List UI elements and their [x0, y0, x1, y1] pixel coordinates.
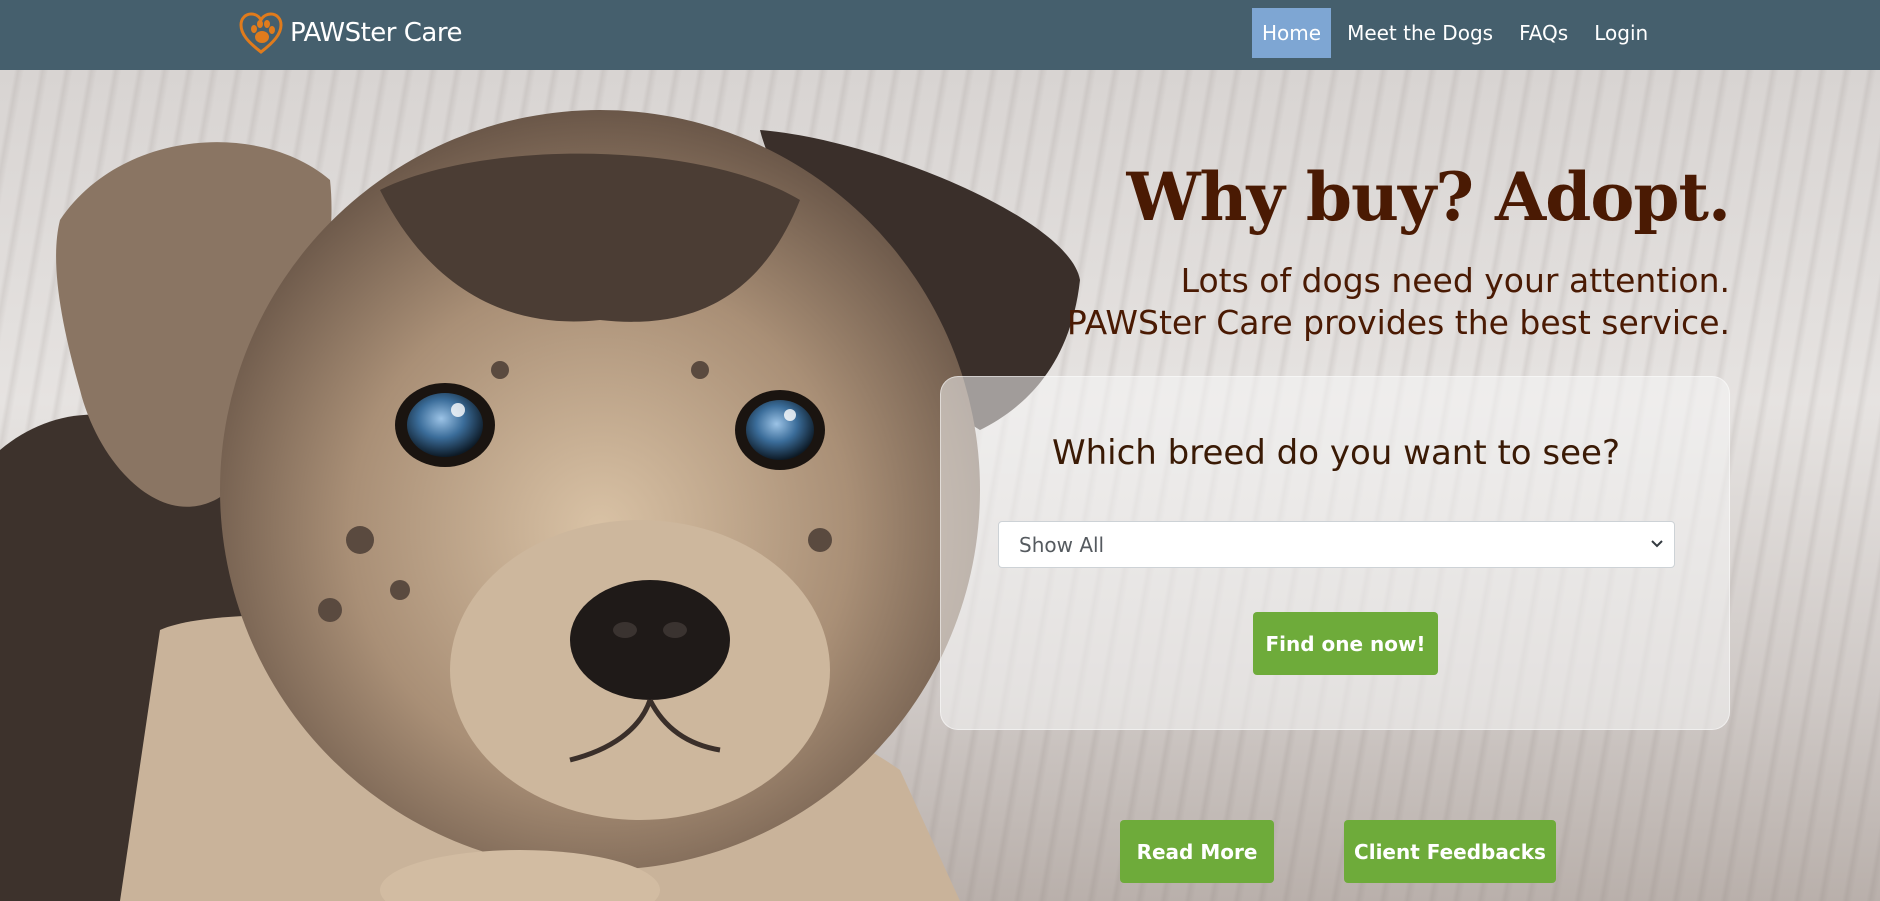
chevron-down-icon [1651, 540, 1663, 548]
tagline-line-2: PAWSter Care provides the best service. [1066, 303, 1730, 342]
heart-paw-icon [239, 12, 283, 54]
nav-link-faqs[interactable]: FAQs [1509, 8, 1578, 58]
navbar: PAWSter Care Home Meet the Dogs FAQs Log… [0, 0, 1880, 70]
breed-select[interactable]: Show All [998, 521, 1675, 568]
brand[interactable]: PAWSter Care [238, 10, 462, 56]
hero-headline: Why buy? Adopt. [1126, 158, 1731, 236]
breed-select-value: Show All [1019, 532, 1105, 557]
hero-tagline: Lots of dogs need your attention. PAWSte… [1067, 260, 1730, 344]
nav-link-meet-the-dogs[interactable]: Meet the Dogs [1337, 8, 1503, 58]
nav-link-home[interactable]: Home [1252, 8, 1332, 58]
find-one-now-button[interactable]: Find one now! [1253, 612, 1438, 675]
nav-links: Home Meet the Dogs FAQs Login [1252, 8, 1664, 58]
brand-name: PAWSter Care [290, 18, 462, 48]
read-more-button[interactable]: Read More [1120, 820, 1274, 883]
breed-finder-panel: Which breed do you want to see? Show All… [940, 376, 1730, 730]
client-feedbacks-button[interactable]: Client Feedbacks [1344, 820, 1556, 883]
nav-link-login[interactable]: Login [1584, 8, 1658, 58]
tagline-line-1: Lots of dogs need your attention. [1180, 261, 1730, 300]
breed-prompt: Which breed do you want to see? [1051, 433, 1621, 473]
hero-section: Why buy? Adopt. Lots of dogs need your a… [0, 70, 1880, 901]
